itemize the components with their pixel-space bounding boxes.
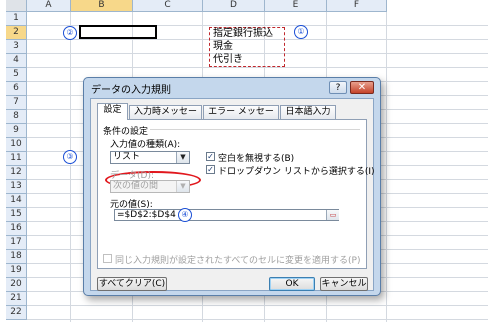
- dialog-title: データの入力規則: [91, 85, 171, 96]
- source-input[interactable]: =$D$2:$D$4: [114, 209, 339, 221]
- marker-1: ①: [294, 25, 308, 39]
- data-select[interactable]: 次の値の間 ▼: [110, 180, 190, 193]
- column-header-d[interactable]: D: [203, 0, 265, 12]
- chevron-down-icon[interactable]: ▼: [176, 152, 189, 163]
- chevron-down-icon: ▼: [176, 181, 189, 192]
- column-header-a[interactable]: A: [27, 0, 71, 12]
- row-header-18[interactable]: 18: [6, 250, 27, 264]
- column-header-b[interactable]: B: [71, 0, 133, 12]
- group-title: 条件の設定: [103, 127, 149, 137]
- marker-3: ③: [63, 150, 77, 164]
- close-button[interactable]: ✕: [350, 81, 374, 94]
- dropdown-label: ドロップダウン リストから選択する(I): [218, 167, 375, 177]
- row-header-12[interactable]: 12: [6, 166, 27, 180]
- clear-all-button[interactable]: すべてクリア(C): [97, 277, 167, 291]
- data-validation-dialog: データの入力規則 ? ✕ 設定 入力時メッセージ エラー メッセージ 日本語入力…: [83, 77, 381, 296]
- collapse-dialog-icon[interactable]: ▭: [326, 210, 339, 220]
- row-header-2[interactable]: 2: [6, 26, 27, 40]
- group-divider: [150, 129, 360, 130]
- row-header-9[interactable]: 9: [6, 124, 27, 138]
- row-header-13[interactable]: 13: [6, 180, 27, 194]
- row-header-1[interactable]: 1: [6, 12, 27, 26]
- row-header-4[interactable]: 4: [6, 54, 27, 68]
- grid-row-line: [27, 67, 488, 68]
- row-header-6[interactable]: 6: [6, 82, 27, 96]
- allow-label: 入力値の種類(A):: [110, 140, 181, 150]
- row-header-3[interactable]: 3: [6, 40, 27, 54]
- row-header-7[interactable]: 7: [6, 96, 27, 110]
- cell-d3[interactable]: 現金: [213, 41, 233, 53]
- tab-input-message[interactable]: 入力時メッセージ: [129, 105, 202, 130]
- data-select-value: 次の値の間: [113, 181, 159, 191]
- marker-2: ②: [63, 26, 77, 40]
- grid-row-line: [27, 319, 488, 320]
- column-header-c[interactable]: C: [133, 0, 203, 12]
- apply-all-checkbox[interactable]: [103, 254, 112, 263]
- tab-error-message[interactable]: エラー メッセージ: [203, 105, 279, 130]
- cell-d4[interactable]: 代引き: [213, 54, 243, 66]
- column-header-f[interactable]: F: [327, 0, 387, 12]
- allow-select[interactable]: リスト ▼: [110, 151, 190, 164]
- cancel-button[interactable]: キャンセル: [320, 277, 368, 291]
- check-icon: ✓: [207, 165, 214, 174]
- row-header-14[interactable]: 14: [6, 194, 27, 208]
- allow-select-value: リスト: [113, 152, 141, 162]
- marker-4: ④: [178, 208, 192, 222]
- tab-japanese-input[interactable]: 日本語入力: [280, 105, 336, 119]
- cell-d2[interactable]: 指定銀行振込: [213, 28, 273, 40]
- source-value: =$D$2:$D$4: [117, 210, 176, 220]
- select-all-corner[interactable]: [6, 0, 27, 12]
- apply-all-label: 同じ入力規則が設定されたすべてのセルに変更を適用する(P): [115, 256, 361, 266]
- check-icon: ✓: [207, 152, 214, 161]
- row-header-20[interactable]: 20: [6, 278, 27, 292]
- row-header-15[interactable]: 15: [6, 208, 27, 222]
- row-header-21[interactable]: 21: [6, 292, 27, 306]
- row-header-19[interactable]: 19: [6, 264, 27, 278]
- help-button[interactable]: ?: [329, 81, 347, 94]
- grid-col-line: [386, 12, 387, 322]
- row-header-8[interactable]: 8: [6, 110, 27, 124]
- ignore-blank-label: 空白を無視する(B): [218, 154, 295, 164]
- dropdown-checkbox[interactable]: ✓: [206, 165, 215, 174]
- row-header-10[interactable]: 10: [6, 138, 27, 152]
- row-header-16[interactable]: 16: [6, 222, 27, 236]
- grid-col-line: [70, 12, 71, 322]
- row-header-22[interactable]: 22: [6, 306, 27, 320]
- ignore-blank-checkbox[interactable]: ✓: [206, 152, 215, 161]
- dialog-body: 設定 入力時メッセージ エラー メッセージ 日本語入力 条件の設定 入力値の種類…: [90, 98, 375, 291]
- row-header-17[interactable]: 17: [6, 236, 27, 250]
- row-header-11[interactable]: 11: [6, 152, 27, 166]
- active-cell-b2[interactable]: [79, 25, 157, 39]
- column-header-e[interactable]: E: [265, 0, 327, 12]
- row-header-5[interactable]: 5: [6, 68, 27, 82]
- ok-button[interactable]: OK: [269, 277, 315, 291]
- grid-row-line: [27, 305, 488, 306]
- tab-settings[interactable]: 設定: [97, 103, 128, 120]
- settings-panel: 条件の設定 入力値の種類(A): リスト ▼ ✓ 空白を無視する(B) ✓ ドロ…: [97, 119, 375, 269]
